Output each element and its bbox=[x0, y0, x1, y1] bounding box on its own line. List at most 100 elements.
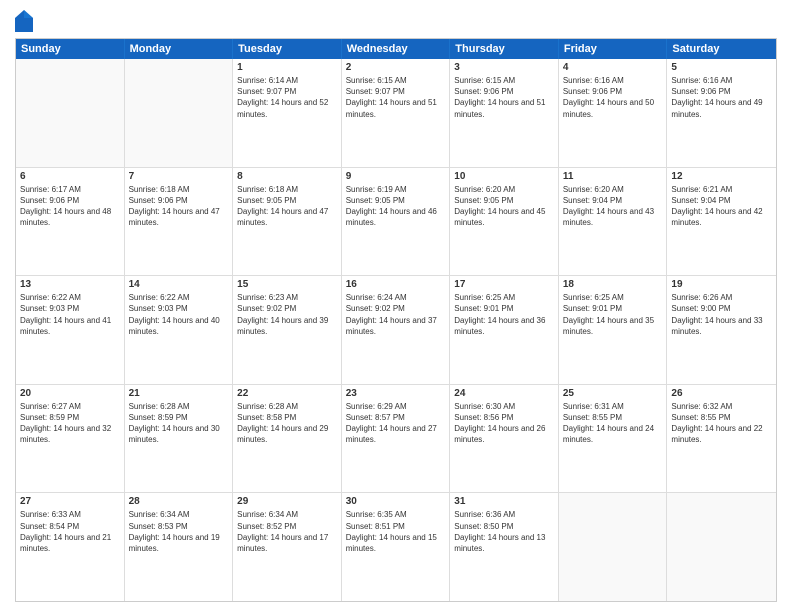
calendar-cell: 30Sunrise: 6:35 AMSunset: 8:51 PMDayligh… bbox=[342, 493, 451, 601]
cell-content: Daylight: 14 hours and 37 minutes. bbox=[346, 315, 446, 337]
day-number: 4 bbox=[563, 62, 663, 73]
day-number: 2 bbox=[346, 62, 446, 73]
calendar-cell bbox=[125, 59, 234, 167]
calendar-cell: 11Sunrise: 6:20 AMSunset: 9:04 PMDayligh… bbox=[559, 168, 668, 276]
cell-content: Sunset: 8:59 PM bbox=[129, 412, 229, 423]
cell-content: Sunrise: 6:25 AM bbox=[454, 292, 554, 303]
cell-content: Daylight: 14 hours and 42 minutes. bbox=[671, 206, 772, 228]
calendar-cell: 21Sunrise: 6:28 AMSunset: 8:59 PMDayligh… bbox=[125, 385, 234, 493]
day-number: 19 bbox=[671, 279, 772, 290]
day-number: 16 bbox=[346, 279, 446, 290]
day-number: 24 bbox=[454, 388, 554, 399]
calendar-cell: 13Sunrise: 6:22 AMSunset: 9:03 PMDayligh… bbox=[16, 276, 125, 384]
day-number: 3 bbox=[454, 62, 554, 73]
cell-content: Daylight: 14 hours and 27 minutes. bbox=[346, 423, 446, 445]
calendar-cell: 28Sunrise: 6:34 AMSunset: 8:53 PMDayligh… bbox=[125, 493, 234, 601]
cell-content: Daylight: 14 hours and 48 minutes. bbox=[20, 206, 120, 228]
day-number: 10 bbox=[454, 171, 554, 182]
day-number: 26 bbox=[671, 388, 772, 399]
cell-content: Daylight: 14 hours and 13 minutes. bbox=[454, 532, 554, 554]
calendar-cell: 2Sunrise: 6:15 AMSunset: 9:07 PMDaylight… bbox=[342, 59, 451, 167]
cell-content: Daylight: 14 hours and 40 minutes. bbox=[129, 315, 229, 337]
calendar-cell: 20Sunrise: 6:27 AMSunset: 8:59 PMDayligh… bbox=[16, 385, 125, 493]
cell-content: Daylight: 14 hours and 51 minutes. bbox=[346, 97, 446, 119]
calendar-cell: 1 Sunrise: 6:14 AMSunset: 9:07 PMDaylight… bbox=[233, 59, 342, 167]
day-number: 1 bbox=[237, 62, 337, 73]
cell-content: Sunset: 9:01 PM bbox=[563, 303, 663, 314]
calendar-cell: 26Sunrise: 6:32 AMSunset: 8:55 PMDayligh… bbox=[667, 385, 776, 493]
cell-content: Sunset: 9:06 PM bbox=[671, 86, 772, 97]
cell-content: Sunset: 9:06 PM bbox=[20, 195, 120, 206]
cell-content: Daylight: 14 hours and 26 minutes. bbox=[454, 423, 554, 445]
day-number: 25 bbox=[563, 388, 663, 399]
cell-content: Sunrise: 6:28 AM bbox=[129, 401, 229, 412]
day-number: 17 bbox=[454, 279, 554, 290]
cell-content: Sunset: 9:05 PM bbox=[346, 195, 446, 206]
cell-content: Daylight: 14 hours and 47 minutes. bbox=[129, 206, 229, 228]
calendar-cell: 16Sunrise: 6:24 AMSunset: 9:02 PMDayligh… bbox=[342, 276, 451, 384]
cell-content: Sunset: 9:01 PM bbox=[454, 303, 554, 314]
calendar-row-1: 6Sunrise: 6:17 AMSunset: 9:06 PMDaylight… bbox=[16, 168, 776, 277]
cell-content: Sunset: 8:54 PM bbox=[20, 521, 120, 532]
calendar: SundayMondayTuesdayWednesdayThursdayFrid… bbox=[15, 38, 777, 602]
cell-content: Daylight: 14 hours and 35 minutes. bbox=[563, 315, 663, 337]
cell-content: Sunrise: 6:26 AM bbox=[671, 292, 772, 303]
logo-icon bbox=[15, 10, 33, 32]
cell-content: Sunset: 9:07 PM bbox=[346, 86, 446, 97]
cell-content: Sunset: 9:00 PM bbox=[671, 303, 772, 314]
cell-content: Sunrise: 6:14 AM bbox=[237, 75, 337, 86]
header-day-friday: Friday bbox=[559, 39, 668, 59]
day-number: 30 bbox=[346, 496, 446, 507]
day-number: 29 bbox=[237, 496, 337, 507]
cell-content: Sunset: 9:04 PM bbox=[671, 195, 772, 206]
calendar-cell: 12Sunrise: 6:21 AMSunset: 9:04 PMDayligh… bbox=[667, 168, 776, 276]
day-number: 13 bbox=[20, 279, 120, 290]
cell-content: Sunset: 9:04 PM bbox=[563, 195, 663, 206]
cell-content: Sunrise: 6:20 AM bbox=[563, 184, 663, 195]
calendar-cell: 6Sunrise: 6:17 AMSunset: 9:06 PMDaylight… bbox=[16, 168, 125, 276]
header-day-tuesday: Tuesday bbox=[233, 39, 342, 59]
cell-content: Daylight: 14 hours and 51 minutes. bbox=[454, 97, 554, 119]
calendar-cell: 27Sunrise: 6:33 AMSunset: 8:54 PMDayligh… bbox=[16, 493, 125, 601]
calendar-body: 1Sunrise: 6:14 AMSunset: 9:07 PMDaylight… bbox=[16, 59, 776, 601]
cell-content: Sunrise: 6:35 AM bbox=[346, 509, 446, 520]
day-number: 7 bbox=[129, 171, 229, 182]
calendar-cell: 17Sunrise: 6:25 AMSunset: 9:01 PMDayligh… bbox=[450, 276, 559, 384]
calendar-row-4: 27Sunrise: 6:33 AMSunset: 8:54 PMDayligh… bbox=[16, 493, 776, 601]
cell-content: Sunrise: 6:22 AM bbox=[20, 292, 120, 303]
calendar-row-3: 20Sunrise: 6:27 AMSunset: 8:59 PMDayligh… bbox=[16, 385, 776, 494]
cell-content: Sunset: 8:59 PM bbox=[20, 412, 120, 423]
cell-content: Sunset: 9:07 PM bbox=[237, 86, 337, 97]
cell-content: Sunset: 8:51 PM bbox=[346, 521, 446, 532]
cell-content: Sunset: 8:58 PM bbox=[237, 412, 337, 423]
cell-content: Sunrise: 6:24 AM bbox=[346, 292, 446, 303]
day-number: 15 bbox=[237, 279, 337, 290]
cell-content: Sunset: 9:05 PM bbox=[237, 195, 337, 206]
calendar-cell: 19Sunrise: 6:26 AMSunset: 9:00 PMDayligh… bbox=[667, 276, 776, 384]
cell-content: Daylight: 14 hours and 30 minutes. bbox=[129, 423, 229, 445]
cell-content: Daylight: 14 hours and 32 minutes. bbox=[20, 423, 120, 445]
calendar-row-2: 13Sunrise: 6:22 AMSunset: 9:03 PMDayligh… bbox=[16, 276, 776, 385]
calendar-row-0: 1Sunrise: 6:14 AMSunset: 9:07 PMDaylight… bbox=[16, 59, 776, 168]
cell-content: Sunrise: 6:31 AM bbox=[563, 401, 663, 412]
header-day-sunday: Sunday bbox=[16, 39, 125, 59]
cell-content: Daylight: 14 hours and 22 minutes. bbox=[671, 423, 772, 445]
cell-content: Sunrise: 6:34 AM bbox=[237, 509, 337, 520]
header-day-saturday: Saturday bbox=[667, 39, 776, 59]
calendar-cell: 29Sunrise: 6:34 AMSunset: 8:52 PMDayligh… bbox=[233, 493, 342, 601]
day-number: 20 bbox=[20, 388, 120, 399]
cell-content: Daylight: 14 hours and 52 minutes. bbox=[237, 97, 337, 119]
cell-content: Sunrise: 6:25 AM bbox=[563, 292, 663, 303]
day-number: 9 bbox=[346, 171, 446, 182]
cell-content: Sunrise: 6:18 AM bbox=[129, 184, 229, 195]
header-day-monday: Monday bbox=[125, 39, 234, 59]
calendar-cell: 4Sunrise: 6:16 AMSunset: 9:06 PMDaylight… bbox=[559, 59, 668, 167]
cell-content: Sunset: 8:55 PM bbox=[671, 412, 772, 423]
header bbox=[15, 10, 777, 32]
cell-content: Sunrise: 6:22 AM bbox=[129, 292, 229, 303]
cell-content: Sunrise: 6:15 AM bbox=[454, 75, 554, 86]
cell-content: Sunrise: 6:33 AM bbox=[20, 509, 120, 520]
calendar-cell: 10Sunrise: 6:20 AMSunset: 9:05 PMDayligh… bbox=[450, 168, 559, 276]
day-number: 11 bbox=[563, 171, 663, 182]
calendar-header: SundayMondayTuesdayWednesdayThursdayFrid… bbox=[16, 39, 776, 59]
